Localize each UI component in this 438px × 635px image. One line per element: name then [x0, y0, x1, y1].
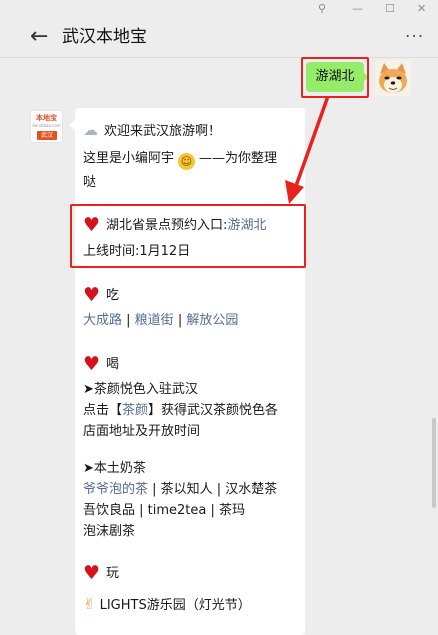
- scrollbar-thumb[interactable]: [432, 418, 436, 508]
- red-arrow-annotation: [285, 97, 329, 204]
